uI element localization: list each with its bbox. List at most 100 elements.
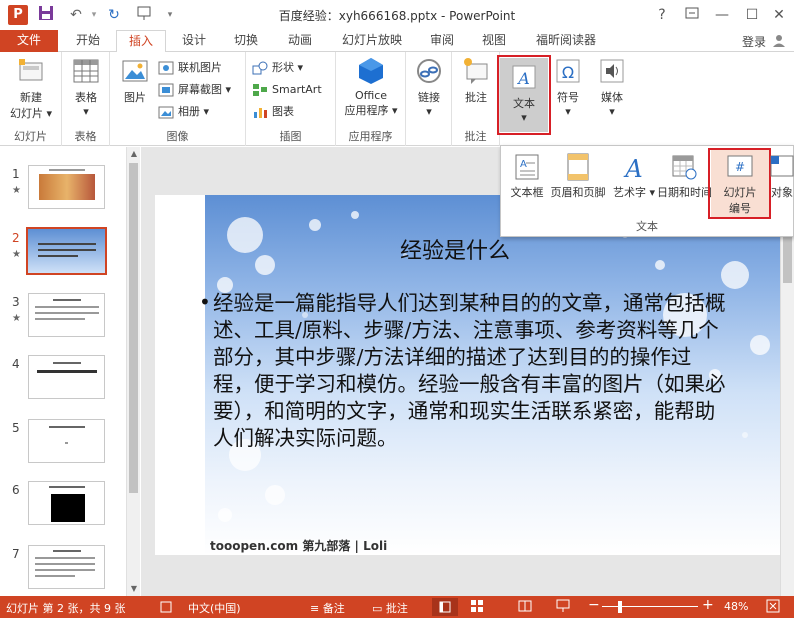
- object-label: 对象: [771, 186, 793, 199]
- textbox-button[interactable]: A 文本框: [507, 152, 547, 200]
- scroll-up-icon[interactable]: ▲: [127, 147, 141, 161]
- table-button[interactable]: 表格 ▾: [66, 56, 106, 118]
- symbol-dropdown-icon: ▾: [565, 105, 571, 118]
- symbol-button[interactable]: Ω 符号 ▾: [550, 56, 586, 118]
- zoom-in-icon[interactable]: +: [702, 597, 714, 613]
- zoom-level[interactable]: 48%: [724, 600, 748, 613]
- slide-thumbnail-5[interactable]: 5: [0, 419, 130, 475]
- thumbnail-preview: [28, 293, 105, 337]
- status-bar: 幻灯片 第 2 张，共 9 张 中文(中国) ≡ 备注 ▭ 批注 − + 48%: [0, 596, 794, 618]
- current-slide[interactable]: 经验是什么 • 经验是一篇能指导人们达到某种目的的文章，通常包括概述、工具/原料…: [155, 195, 780, 555]
- header-footer-button[interactable]: 页眉和页脚: [549, 152, 607, 200]
- notes-icon: ≡: [310, 602, 320, 615]
- tab-animations[interactable]: 动画: [278, 30, 322, 52]
- zoom-out-icon[interactable]: −: [588, 597, 600, 613]
- help-icon[interactable]: ?: [649, 4, 675, 26]
- slide-thumbnail-7[interactable]: 7: [0, 545, 130, 601]
- fit-to-window-icon[interactable]: [766, 599, 780, 616]
- tab-review[interactable]: 审阅: [420, 30, 464, 52]
- header-footer-label: 页眉和页脚: [550, 186, 606, 199]
- slide-thumbnail-1[interactable]: 1 ★: [0, 165, 130, 221]
- header-footer-icon: [564, 152, 592, 182]
- group-comments: 批注 批注: [452, 52, 500, 146]
- shapes-button[interactable]: 形状 ▾: [252, 58, 303, 78]
- table-dropdown-icon: ▾: [83, 105, 89, 118]
- slideshow-button[interactable]: [556, 599, 570, 616]
- reading-view-button[interactable]: [518, 599, 532, 616]
- date-time-button[interactable]: 日期和时间: [657, 152, 712, 200]
- tab-file[interactable]: 文件: [0, 30, 58, 52]
- zoom-slider[interactable]: [602, 606, 698, 607]
- user-icon[interactable]: [772, 33, 786, 47]
- normal-view-button[interactable]: [432, 598, 458, 616]
- slide-thumbnail-3[interactable]: 3 ★: [0, 293, 130, 349]
- office-apps-label-1: Office: [354, 89, 388, 102]
- tab-home[interactable]: 开始: [66, 30, 110, 52]
- slide-thumbnail-2[interactable]: 2 ★: [0, 227, 130, 285]
- link-button[interactable]: 链接 ▾: [410, 56, 448, 118]
- album-button[interactable]: 相册 ▾: [158, 102, 209, 122]
- chart-button[interactable]: 图表: [252, 102, 294, 122]
- slide-number-highlight: [708, 148, 771, 219]
- scroll-thumb[interactable]: [129, 163, 138, 493]
- tab-view[interactable]: 视图: [472, 30, 516, 52]
- group-media: 媒体 ▾: [590, 52, 634, 146]
- slide-thumbnail-4[interactable]: 4: [0, 355, 130, 411]
- thumbnails-scrollbar[interactable]: ▲ ▼: [126, 147, 140, 596]
- zoom-slider-thumb[interactable]: [618, 601, 622, 613]
- shapes-icon: [252, 61, 268, 75]
- minimize-icon[interactable]: —: [709, 4, 735, 26]
- slide-title[interactable]: 经验是什么: [305, 233, 605, 265]
- comments-button[interactable]: ▭ 批注: [372, 600, 408, 616]
- language-status[interactable]: 中文(中国): [188, 600, 241, 616]
- new-slide-icon: [16, 56, 46, 86]
- slide-body-text[interactable]: 经验是一篇能指导人们达到某种目的的文章，通常包括概述、工具/原料、步骤/方法、注…: [213, 290, 727, 452]
- login-link[interactable]: 登录: [742, 33, 766, 50]
- new-slide-button[interactable]: 新建 幻灯片 ▾: [4, 56, 58, 121]
- tab-foxit[interactable]: 福昕阅读器: [526, 30, 606, 52]
- notes-button[interactable]: ≡ 备注: [310, 600, 345, 616]
- online-picture-button[interactable]: 联机图片: [158, 58, 222, 78]
- tab-design[interactable]: 设计: [172, 30, 216, 52]
- close-icon[interactable]: ✕: [766, 4, 792, 26]
- slide-thumbnail-6[interactable]: 6: [0, 481, 130, 537]
- wordart-label: 艺术字 ▾: [613, 186, 656, 199]
- object-button[interactable]: 对象: [769, 152, 794, 200]
- office-apps-button[interactable]: Office 应用程序 ▾: [338, 56, 404, 118]
- thumbnail-number: 7: [12, 547, 20, 561]
- group-illustrations: 形状 ▾ SmartArt 图表 插图: [246, 52, 336, 146]
- comment-button[interactable]: 批注: [456, 56, 496, 105]
- spellcheck-icon[interactable]: [160, 601, 172, 613]
- smartart-button[interactable]: SmartArt: [252, 80, 322, 100]
- maximize-icon[interactable]: ☐: [739, 4, 765, 26]
- picture-icon: [120, 56, 150, 86]
- tab-insert[interactable]: 插入: [116, 30, 166, 53]
- screenshot-button[interactable]: 屏幕截图 ▾: [158, 80, 231, 100]
- ribbon-display-options-icon[interactable]: [679, 4, 705, 26]
- online-picture-icon: [158, 61, 174, 75]
- tab-transitions[interactable]: 切换: [224, 30, 268, 52]
- office-store-icon: [356, 56, 386, 86]
- group-label-images: 图像: [166, 130, 189, 143]
- group-tables: 表格 ▾ 表格: [62, 52, 110, 146]
- slide-sorter-button[interactable]: [470, 599, 484, 616]
- date-time-label: 日期和时间: [657, 186, 712, 199]
- scroll-down-icon[interactable]: ▼: [127, 582, 141, 596]
- wordart-icon: A: [620, 152, 648, 183]
- picture-button[interactable]: 图片: [116, 56, 154, 105]
- ribbon-tabs: 文件 开始 插入 设计 切换 动画 幻灯片放映 审阅 视图 福昕阅读器 登录: [0, 30, 794, 53]
- animation-star-icon: ★: [12, 185, 21, 196]
- thumbnail-preview: [28, 545, 105, 589]
- tab-slideshow[interactable]: 幻灯片放映: [332, 30, 412, 52]
- table-icon: [71, 56, 101, 86]
- textbox-label: 文本框: [510, 186, 544, 199]
- thumbnail-number: 1: [12, 167, 20, 181]
- group-apps: Office 应用程序 ▾ 应用程序: [336, 52, 406, 146]
- text-button-highlight: [497, 55, 551, 135]
- wordart-button[interactable]: A 艺术字 ▾: [613, 152, 655, 200]
- slide-thumbnails-panel: 1 ★ 2 ★ 3 ★ 4 5 6 7 ▲ ▼: [0, 147, 140, 596]
- text-dropdown-panel: A 文本框 页眉和页脚 A 艺术字 ▾ 日期和时间 # 幻灯片 编号 对象 文本: [500, 145, 794, 237]
- media-button[interactable]: 媒体 ▾: [592, 56, 632, 118]
- textbox-icon: A: [513, 152, 541, 182]
- group-label-apps: 应用程序: [348, 130, 393, 143]
